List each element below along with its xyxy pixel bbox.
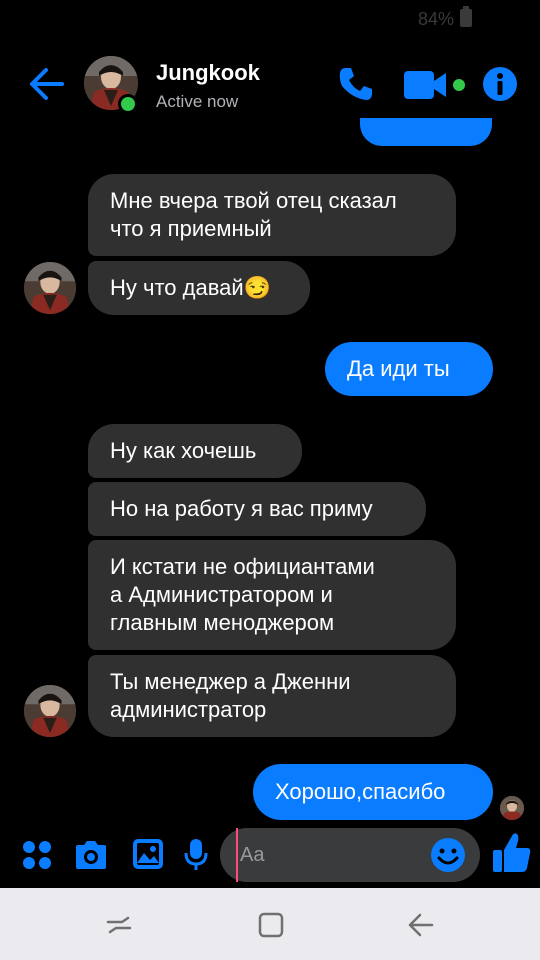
previous-sent-message[interactable] bbox=[360, 118, 492, 146]
chat-header: Jungkook Active now bbox=[0, 40, 540, 130]
four-dots-icon bbox=[23, 841, 51, 869]
message-outgoing[interactable]: Хорошо,спасибо bbox=[253, 764, 493, 820]
microphone-icon bbox=[184, 839, 208, 870]
battery-icon bbox=[460, 6, 472, 27]
phone-icon bbox=[339, 68, 372, 100]
back-nav-button[interactable] bbox=[406, 910, 436, 940]
message-text-line: Ты менеджер а Дженни bbox=[110, 669, 351, 694]
arrow-left-icon bbox=[30, 68, 64, 100]
recent-apps-button[interactable] bbox=[104, 910, 134, 940]
message-composer bbox=[0, 822, 540, 888]
system-navigation-bar bbox=[0, 888, 540, 960]
message-input-box[interactable] bbox=[220, 828, 480, 882]
message-text-line: Мне вчера твой отец сказал bbox=[110, 188, 397, 213]
message-incoming[interactable]: И кстати не официантами а Администраторо… bbox=[88, 540, 456, 650]
voice-message-button[interactable] bbox=[184, 838, 208, 877]
back-arrow-icon bbox=[408, 913, 434, 937]
status-bar: 84% bbox=[0, 0, 540, 40]
like-button[interactable] bbox=[492, 830, 532, 874]
message-incoming[interactable]: Ну как хочешь bbox=[88, 424, 302, 478]
read-receipt-avatar bbox=[500, 796, 524, 820]
message-incoming[interactable]: Мне вчера твой отец сказал что я приемны… bbox=[88, 174, 456, 256]
info-icon bbox=[483, 67, 517, 101]
active-status-text: Active now bbox=[156, 92, 239, 111]
thumbs-up-icon bbox=[493, 833, 531, 872]
video-call-button[interactable] bbox=[404, 68, 470, 102]
message-incoming[interactable]: Ну что давай😏 bbox=[88, 261, 310, 315]
message-outgoing[interactable]: Да иди ты bbox=[325, 342, 493, 396]
emoji-button[interactable] bbox=[430, 837, 466, 873]
contact-name[interactable]: Jungkook bbox=[156, 60, 260, 86]
image-icon bbox=[133, 839, 163, 869]
camera-icon bbox=[76, 841, 106, 869]
profile-photo bbox=[24, 685, 76, 737]
message-text: Ну как хочешь bbox=[110, 438, 257, 463]
contact-avatar-small[interactable] bbox=[24, 262, 76, 314]
video-camera-icon bbox=[404, 71, 465, 99]
recent-apps-icon bbox=[106, 916, 132, 934]
message-text: Но на работу я вас приму bbox=[110, 496, 373, 521]
message-text-line: а Администратором и bbox=[110, 582, 333, 607]
smiley-icon bbox=[431, 838, 465, 872]
message-text-line: что я приемный bbox=[110, 216, 272, 241]
profile-photo bbox=[24, 262, 76, 314]
message-text-line: главным меноджером bbox=[110, 610, 335, 635]
gallery-button[interactable] bbox=[132, 838, 164, 875]
home-button[interactable] bbox=[256, 910, 286, 940]
more-actions-button[interactable] bbox=[22, 840, 52, 875]
message-text-line: И кстати не официантами bbox=[110, 554, 375, 579]
back-button[interactable] bbox=[26, 64, 68, 104]
contact-avatar-small[interactable] bbox=[24, 685, 76, 737]
battery-level: 84% bbox=[417, 9, 454, 29]
camera-button[interactable] bbox=[74, 840, 108, 875]
message-incoming[interactable]: Но на работу я вас приму bbox=[88, 482, 426, 536]
message-text: Ну что давай😏 bbox=[110, 275, 272, 300]
home-icon bbox=[258, 912, 284, 938]
profile-photo bbox=[500, 796, 524, 820]
message-incoming[interactable]: Ты менеджер а Дженни администратор bbox=[88, 655, 456, 737]
message-text: Хорошо,спасибо bbox=[275, 779, 446, 804]
info-button[interactable] bbox=[482, 66, 518, 102]
active-status-dot bbox=[118, 94, 138, 114]
message-text: Да иди ты bbox=[347, 356, 450, 381]
voice-call-button[interactable] bbox=[336, 64, 376, 104]
message-input[interactable] bbox=[236, 828, 426, 882]
message-text-line: администратор bbox=[110, 697, 267, 722]
